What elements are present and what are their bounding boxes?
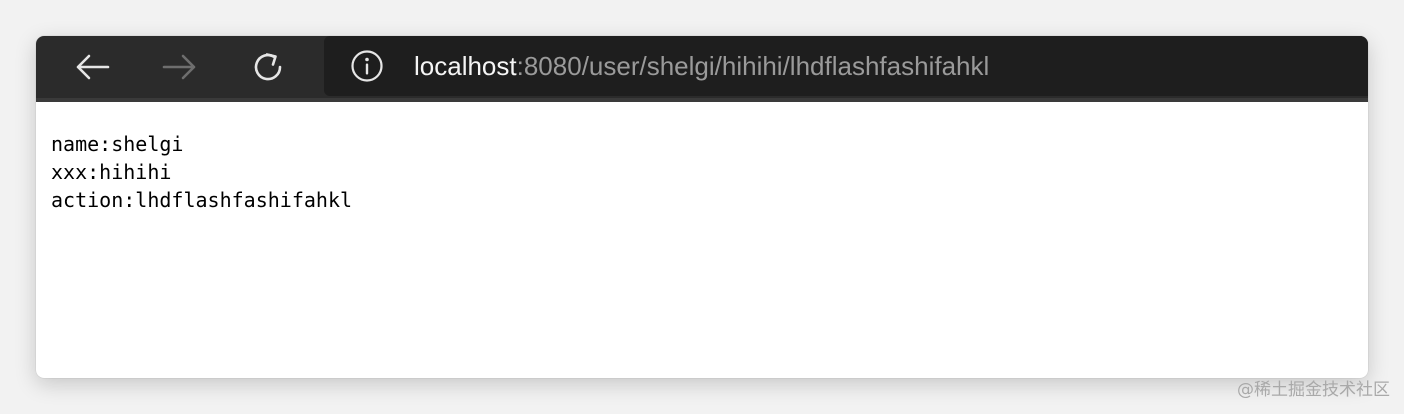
reload-icon	[254, 53, 282, 81]
info-circle-icon[interactable]	[350, 49, 384, 83]
action-line: action:lhdflashfashifahkl	[51, 188, 353, 212]
arrow-left-icon	[76, 54, 110, 80]
url-path: :8080/user/shelgi/hihihi/lhdflashfashifa…	[516, 51, 990, 81]
url-host: localhost	[414, 51, 517, 81]
url-text[interactable]: localhost:8080/user/shelgi/hihihi/lhdfla…	[414, 49, 989, 83]
back-button[interactable]	[70, 49, 114, 85]
browser-toolbar: localhost:8080/user/shelgi/hihihi/lhdfla…	[36, 36, 1368, 102]
arrow-right-icon	[162, 54, 196, 80]
name-line: name:shelgi	[51, 132, 184, 156]
page-content: name:shelgi xxx:hihihi action:lhdflashfa…	[36, 102, 1368, 214]
address-bar[interactable]: localhost:8080/user/shelgi/hihihi/lhdfla…	[324, 36, 1368, 96]
watermark-text: @稀土掘金技术社区	[1237, 380, 1390, 400]
browser-window: localhost:8080/user/shelgi/hihihi/lhdfla…	[36, 36, 1368, 378]
forward-button[interactable]	[158, 49, 202, 85]
reload-button[interactable]	[246, 49, 290, 85]
xxx-line: xxx:hihihi	[51, 160, 172, 184]
